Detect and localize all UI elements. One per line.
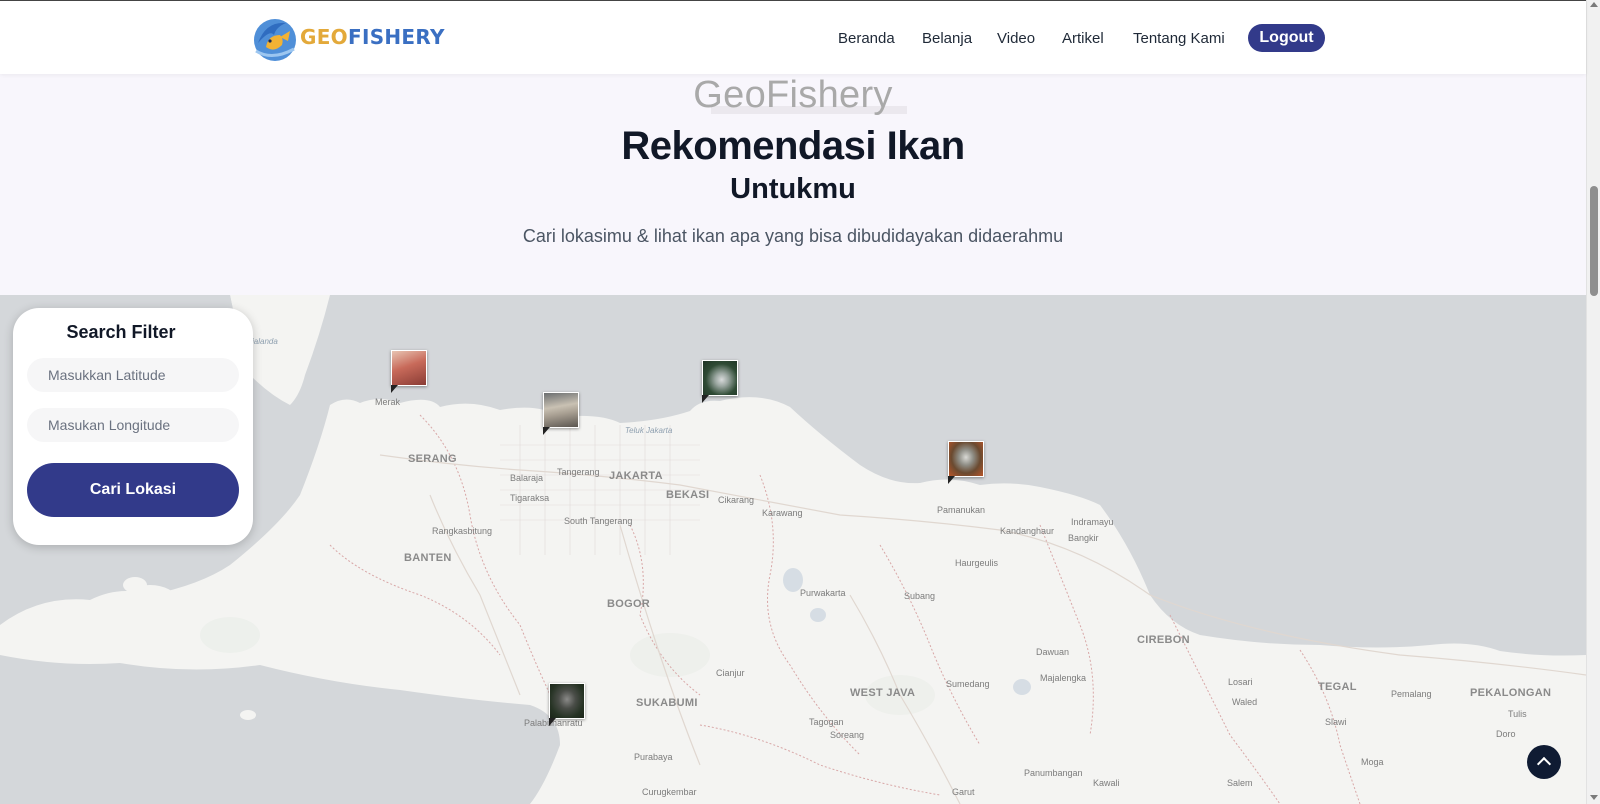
map-label-kandanghaur: Kandanghaur [1000,526,1055,536]
hero-section: GeoFishery Rekomendasi Ikan Untukmu Cari… [0,74,1586,295]
map-label-cirebon: CIREBON [1137,634,1190,646]
hero-title: Rekomendasi Ikan [621,124,965,168]
map-label-pemalang: Pemalang [1391,689,1432,699]
map-label-sukabumi: SUKABUMI [636,697,698,709]
map-label-merak: Merak [375,397,401,407]
map-label-south-tangerang: South Tangerang [564,516,633,526]
map-label-west-java: WEST JAVA [850,687,916,699]
map-label-curugkembar: Curugkembar [642,787,697,797]
map-label-slawi: Slawi [1325,717,1347,727]
logo[interactable]: GEOFISHERY [252,13,444,63]
map-label-teluk-jakarta: Teluk Jakarta [625,426,673,435]
navbar: GEOFISHERY Beranda Belanja Video Artikel… [0,0,1586,74]
map-label-pekalongan: PEKALONGAN [1470,687,1552,699]
map-label-garut: Garut [952,787,975,797]
map-label-bangkir: Bangkir [1068,533,1099,543]
map-label-salem: Salem [1227,778,1253,788]
hero-eyebrow: GeoFishery [693,74,893,116]
map-label-purabaya: Purabaya [634,752,673,762]
fish-marker-jakarta[interactable] [702,360,738,403]
scroll-down-arrow-icon[interactable] [1590,795,1598,800]
map-label-panumbangan: Panumbangan [1024,768,1083,778]
map-label-soreang: Soreang [830,730,865,740]
logo-fish-icon [252,13,298,63]
map-label-waled: Waled [1232,697,1258,707]
map-label-balaraja: Balaraja [510,473,544,483]
map-label-cikarang: Cikarang [718,495,755,505]
map-label-kawali: Kawali [1093,778,1120,788]
search-filter-panel: Search Filter Cari Lokasi [13,308,253,545]
map-label-tagogan: Tagogan [809,717,844,727]
map-label-rangkasbitung: Rangkasbitung [432,526,493,536]
back-to-top-icon[interactable] [1527,745,1561,779]
hero-subtitle: Untukmu [730,173,856,205]
map-label-tigaraksa: Tigaraksa [510,493,550,503]
scroll-thumb[interactable] [1590,186,1598,296]
page-scrollbar[interactable] [1586,0,1600,804]
nav-link-beranda[interactable]: Beranda [838,30,895,47]
map-label-majalengka: Majalengka [1040,673,1087,683]
logo-text-geo: GEO [300,25,348,49]
map-label-moga: Moga [1361,757,1384,767]
search-location-button[interactable]: Cari Lokasi [27,463,239,517]
map-label-serang: SERANG [408,453,457,465]
nav-link-belanja[interactable]: Belanja [922,30,972,47]
fish-marker-merak[interactable] [391,350,427,393]
fish-marker-pamanukan[interactable] [948,441,984,484]
scroll-up-arrow-icon[interactable] [1590,2,1598,7]
map-label-ialanda: ialanda [252,337,278,346]
fish-marker-palabuhanratu[interactable] [549,683,585,726]
map-label-jakarta: JAKARTA [609,470,663,482]
map-label-purwakarta: Purwakarta [800,588,846,598]
map-label-haurgeulis: Haurgeulis [955,558,999,568]
map-label-cianjur: Cianjur [716,668,745,678]
map-label-bogor: BOGOR [607,598,651,610]
map-label-tulis: Tulis [1508,709,1527,719]
map-label-bekasi: BEKASI [666,489,710,501]
map-label-losari: Losari [1228,677,1253,687]
map-label-sumedang: Sumedang [946,679,990,689]
hero-description: Cari lokasimu & lihat ikan apa yang bisa… [522,226,1064,246]
nav-link-artikel[interactable]: Artikel [1062,30,1104,47]
map-label-tegal: TEGAL [1318,681,1357,693]
map-label-doro: Doro [1496,729,1516,739]
map-label-pamanukan: Pamanukan [937,505,986,515]
nav-link-video[interactable]: Video [997,30,1035,47]
map-label-banten: BANTEN [404,552,452,564]
map-label-dawuan: Dawuan [1036,647,1070,657]
latitude-input[interactable] [27,358,239,392]
logo-text-fishery: FISHERY [347,25,445,49]
nav-link-tentang-kami[interactable]: Tentang Kami [1133,30,1225,47]
longitude-input[interactable] [27,408,239,442]
map-label-subang: Subang [904,591,936,601]
fish-marker-tangerang[interactable] [543,392,579,435]
map-label-tangerang: Tangerang [557,467,600,477]
map-label-karawang: Karawang [762,508,803,518]
map-label-indramayu: Indramayu [1071,517,1114,527]
search-filter-title: Search Filter [66,322,176,342]
logout-button[interactable]: Logout [1248,24,1325,52]
